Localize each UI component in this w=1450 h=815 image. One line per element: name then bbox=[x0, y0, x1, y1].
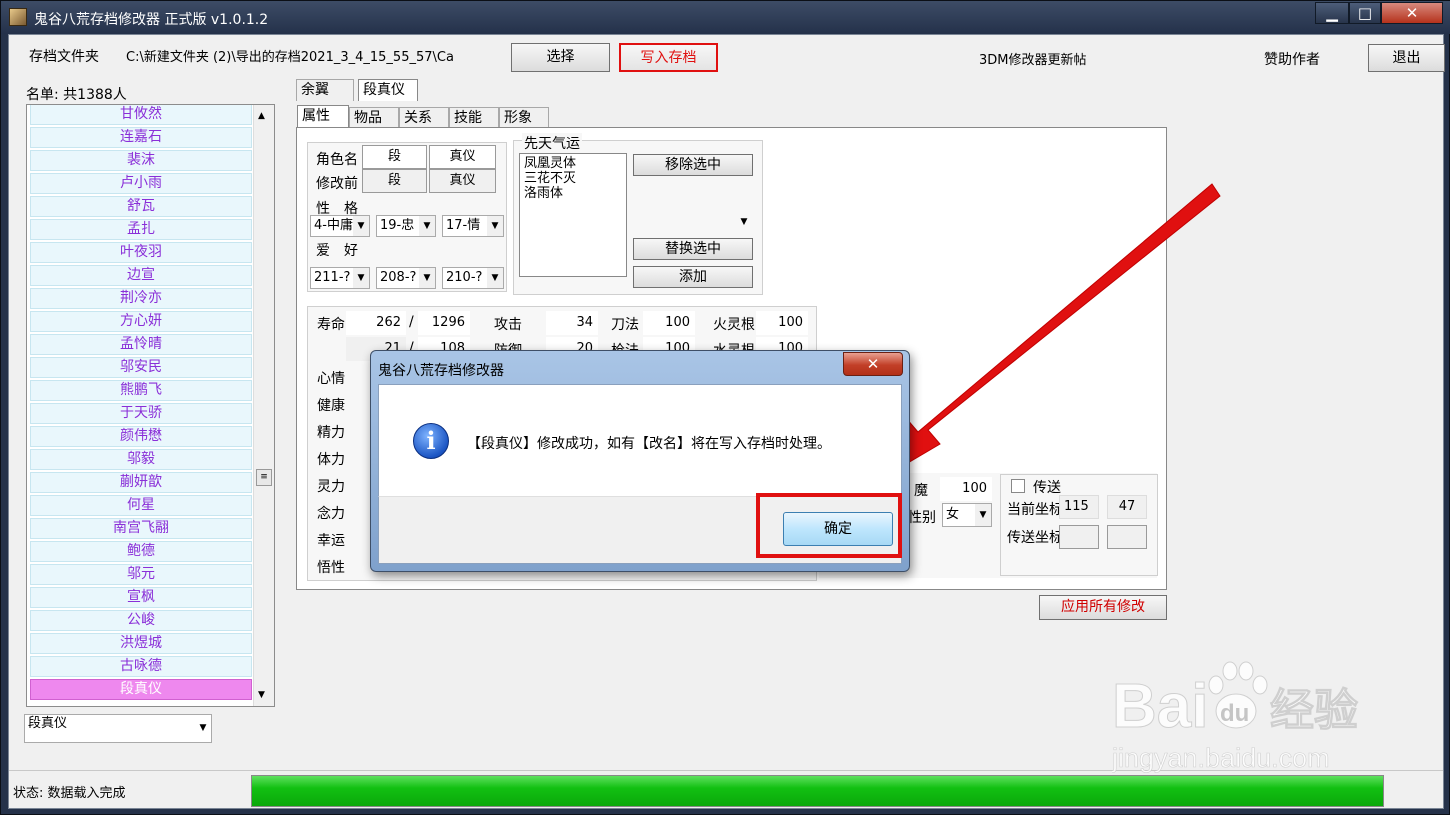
dialog-close-button[interactable]: ✕ bbox=[843, 352, 903, 376]
info-icon: i bbox=[413, 423, 449, 459]
dialog-body: i 【段真仪】修改成功，如有【改名】将在写入存档时处理。 bbox=[378, 384, 902, 496]
ok-highlight-box bbox=[756, 493, 902, 558]
tab-attributes[interactable]: 属性 bbox=[297, 105, 349, 127]
tab-char-2[interactable]: 段真仪 bbox=[358, 79, 418, 101]
dialog-title: 鬼谷八荒存档修改器 bbox=[378, 363, 504, 379]
arrow-icon bbox=[883, 183, 1221, 479]
dialog-message: 【段真仪】修改成功，如有【改名】将在写入存档时处理。 bbox=[467, 436, 831, 452]
